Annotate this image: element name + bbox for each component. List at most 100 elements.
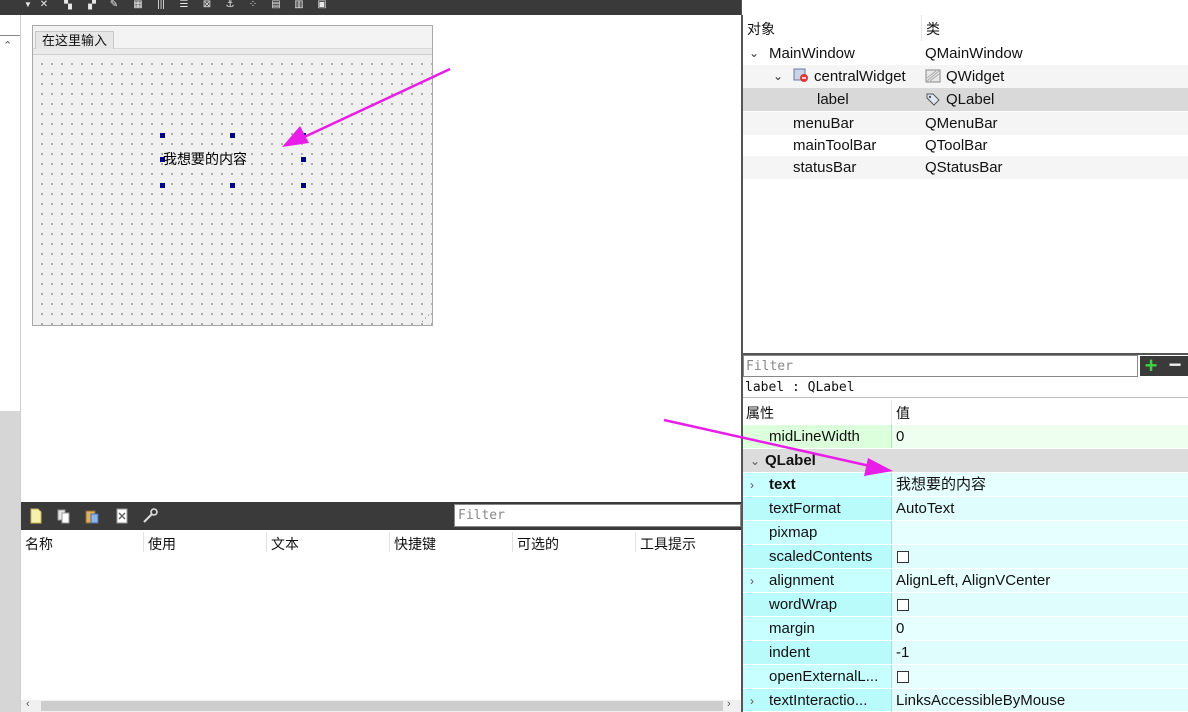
selection-handle[interactable] <box>230 183 235 188</box>
property-value-cell[interactable]: LinksAccessibleByMouse <box>891 689 1188 712</box>
adjust-size-icon[interactable]: ⊠ <box>201 0 213 10</box>
delete-action-icon[interactable] <box>113 507 131 525</box>
property-row-scaledcontents[interactable]: scaledContents <box>743 545 1188 569</box>
property-filter-input[interactable]: Filter <box>743 355 1138 377</box>
close-icon[interactable]: ✕ <box>38 0 50 10</box>
remove-dynamic-property-button[interactable]: − <box>1162 354 1188 376</box>
anchor-icon[interactable]: ⚓ <box>224 0 236 10</box>
add-dynamic-property-button[interactable]: + <box>1140 355 1162 377</box>
left-scrollbar-track[interactable] <box>0 411 20 712</box>
tree-row-mainwindow[interactable]: ⌄ MainWindow QMainWindow <box>743 42 1188 65</box>
edit-buddies-icon[interactable]: ✎ <box>108 0 120 10</box>
chevron-down-icon[interactable]: ⌄ <box>750 449 760 473</box>
column-header-shortcut[interactable]: 快捷键 <box>394 534 436 554</box>
layout-rows-icon[interactable]: ☰ <box>178 0 190 10</box>
selection-handle[interactable] <box>301 133 306 138</box>
property-value-cell[interactable]: 我想要的内容 <box>891 473 1188 496</box>
chevron-down-icon[interactable]: ⌄ <box>773 65 783 88</box>
property-row-pixmap[interactable]: pixmap <box>743 521 1188 545</box>
tree-row-label[interactable]: label QLabel <box>743 88 1188 111</box>
break-layout-icon[interactable]: ▥ <box>293 0 305 10</box>
selection-handle[interactable] <box>160 157 165 162</box>
paste-action-icon[interactable] <box>83 507 101 525</box>
action-filter-input[interactable]: Filter <box>454 504 741 527</box>
property-value-cell[interactable]: -1 <box>891 641 1188 664</box>
column-divider <box>266 532 267 552</box>
layout-horizontal-icon[interactable]: ▚ <box>62 0 74 10</box>
property-row-wordwrap[interactable]: wordWrap <box>743 593 1188 617</box>
object-name: mainToolBar <box>793 137 877 154</box>
preview-icon[interactable]: ▣ <box>316 0 328 10</box>
left-dock: ⌃ <box>0 15 21 712</box>
layout-columns-icon[interactable]: ||| <box>155 0 167 10</box>
tree-row-menubar[interactable]: menuBar QMenuBar <box>743 112 1188 135</box>
selection-handle[interactable] <box>160 133 165 138</box>
chevron-right-icon[interactable]: › <box>750 569 754 593</box>
header-property[interactable]: 属性 <box>746 400 774 426</box>
settings-wrench-icon[interactable] <box>141 507 159 525</box>
form-grid[interactable] <box>33 55 432 325</box>
property-value-cell[interactable]: AutoText <box>891 497 1188 520</box>
menu-type-here[interactable]: 在这里输入 <box>35 31 115 49</box>
property-row-textinteractionflags[interactable]: › textInteractio... LinksAccessibleByMou… <box>743 689 1188 712</box>
tree-row-centralwidget[interactable]: ⌄ centralWidget QWidget <box>743 65 1188 88</box>
dropdown-icon[interactable]: ▼ <box>22 0 34 10</box>
tree-row-maintoolbar[interactable]: mainToolBar QToolBar <box>743 134 1188 157</box>
chevron-right-icon[interactable]: › <box>750 473 754 497</box>
checkbox-unchecked[interactable] <box>897 671 909 683</box>
header-class[interactable]: 类 <box>926 15 940 41</box>
new-action-icon[interactable] <box>27 507 45 525</box>
scroll-up-icon[interactable]: ⌃ <box>3 39 12 52</box>
scroll-right-icon[interactable]: › <box>727 698 731 710</box>
label-widget[interactable]: 我想要的内容 <box>163 150 247 168</box>
column-header-name[interactable]: 名称 <box>25 534 53 554</box>
property-row-openexternallinks[interactable]: openExternalL... <box>743 665 1188 689</box>
header-value[interactable]: 值 <box>896 400 910 426</box>
column-header-checkable[interactable]: 可选的 <box>517 534 559 554</box>
property-value-cell[interactable]: 0 <box>891 617 1188 640</box>
property-row-textformat[interactable]: textFormat AutoText <box>743 497 1188 521</box>
grid-icon[interactable]: ⁘ <box>247 0 259 10</box>
widget-icon <box>925 69 941 83</box>
property-value: 0 <box>896 428 905 445</box>
copy-action-icon[interactable] <box>55 507 73 525</box>
property-value-cell[interactable]: 0 <box>891 425 1188 448</box>
column-header-used[interactable]: 使用 <box>148 534 176 554</box>
property-row-text[interactable]: › text 我想要的内容 <box>743 473 1188 497</box>
tree-row-statusbar[interactable]: statusBar QStatusBar <box>743 156 1188 179</box>
layout-vertical-icon[interactable]: ▞ <box>86 0 98 10</box>
selection-handle[interactable] <box>160 183 165 188</box>
object-name: label <box>817 91 849 108</box>
property-row-midlinewidth[interactable]: midLineWidth 0 <box>743 425 1188 449</box>
property-group-qlabel[interactable]: ⌄ QLabel <box>743 449 1188 473</box>
main-window-form[interactable]: 在这里输入 我想要的内容 ⋰ <box>32 25 433 326</box>
property-value-cell[interactable] <box>891 665 1188 688</box>
scrollbar-thumb[interactable] <box>41 701 723 711</box>
object-class: QMainWindow <box>925 45 1023 62</box>
property-row-alignment[interactable]: › alignment AlignLeft, AlignVCenter <box>743 569 1188 593</box>
resize-grip-icon[interactable]: ⋰ <box>421 313 430 324</box>
property-value-cell[interactable]: AlignLeft, AlignVCenter <box>891 569 1188 592</box>
property-name: alignment <box>769 572 835 589</box>
selection-handle[interactable] <box>301 157 306 162</box>
chevron-down-icon[interactable]: ⌄ <box>749 42 759 65</box>
checkbox-unchecked[interactable] <box>897 551 909 563</box>
scroll-left-icon[interactable]: ‹ <box>26 698 30 710</box>
property-row-margin[interactable]: margin 0 <box>743 617 1188 641</box>
property-name: midLineWidth <box>769 428 860 445</box>
column-header-tooltip[interactable]: 工具提示 <box>640 534 696 554</box>
group-name: QLabel <box>765 452 816 469</box>
selection-handle[interactable] <box>301 183 306 188</box>
selection-handle[interactable] <box>230 133 235 138</box>
property-value-cell[interactable] <box>891 521 1188 544</box>
property-value-cell[interactable] <box>891 545 1188 568</box>
grid-small-icon[interactable]: ▤ <box>270 0 282 10</box>
property-value-cell[interactable] <box>891 593 1188 616</box>
chevron-right-icon[interactable]: › <box>750 689 754 712</box>
action-horizontal-scrollbar[interactable]: ‹ › <box>21 698 741 712</box>
property-row-indent[interactable]: indent -1 <box>743 641 1188 665</box>
checkbox-unchecked[interactable] <box>897 599 909 611</box>
edit-tab-order-icon[interactable]: ▦ <box>132 0 144 10</box>
column-header-text[interactable]: 文本 <box>271 534 299 554</box>
header-object[interactable]: 对象 <box>747 15 775 41</box>
